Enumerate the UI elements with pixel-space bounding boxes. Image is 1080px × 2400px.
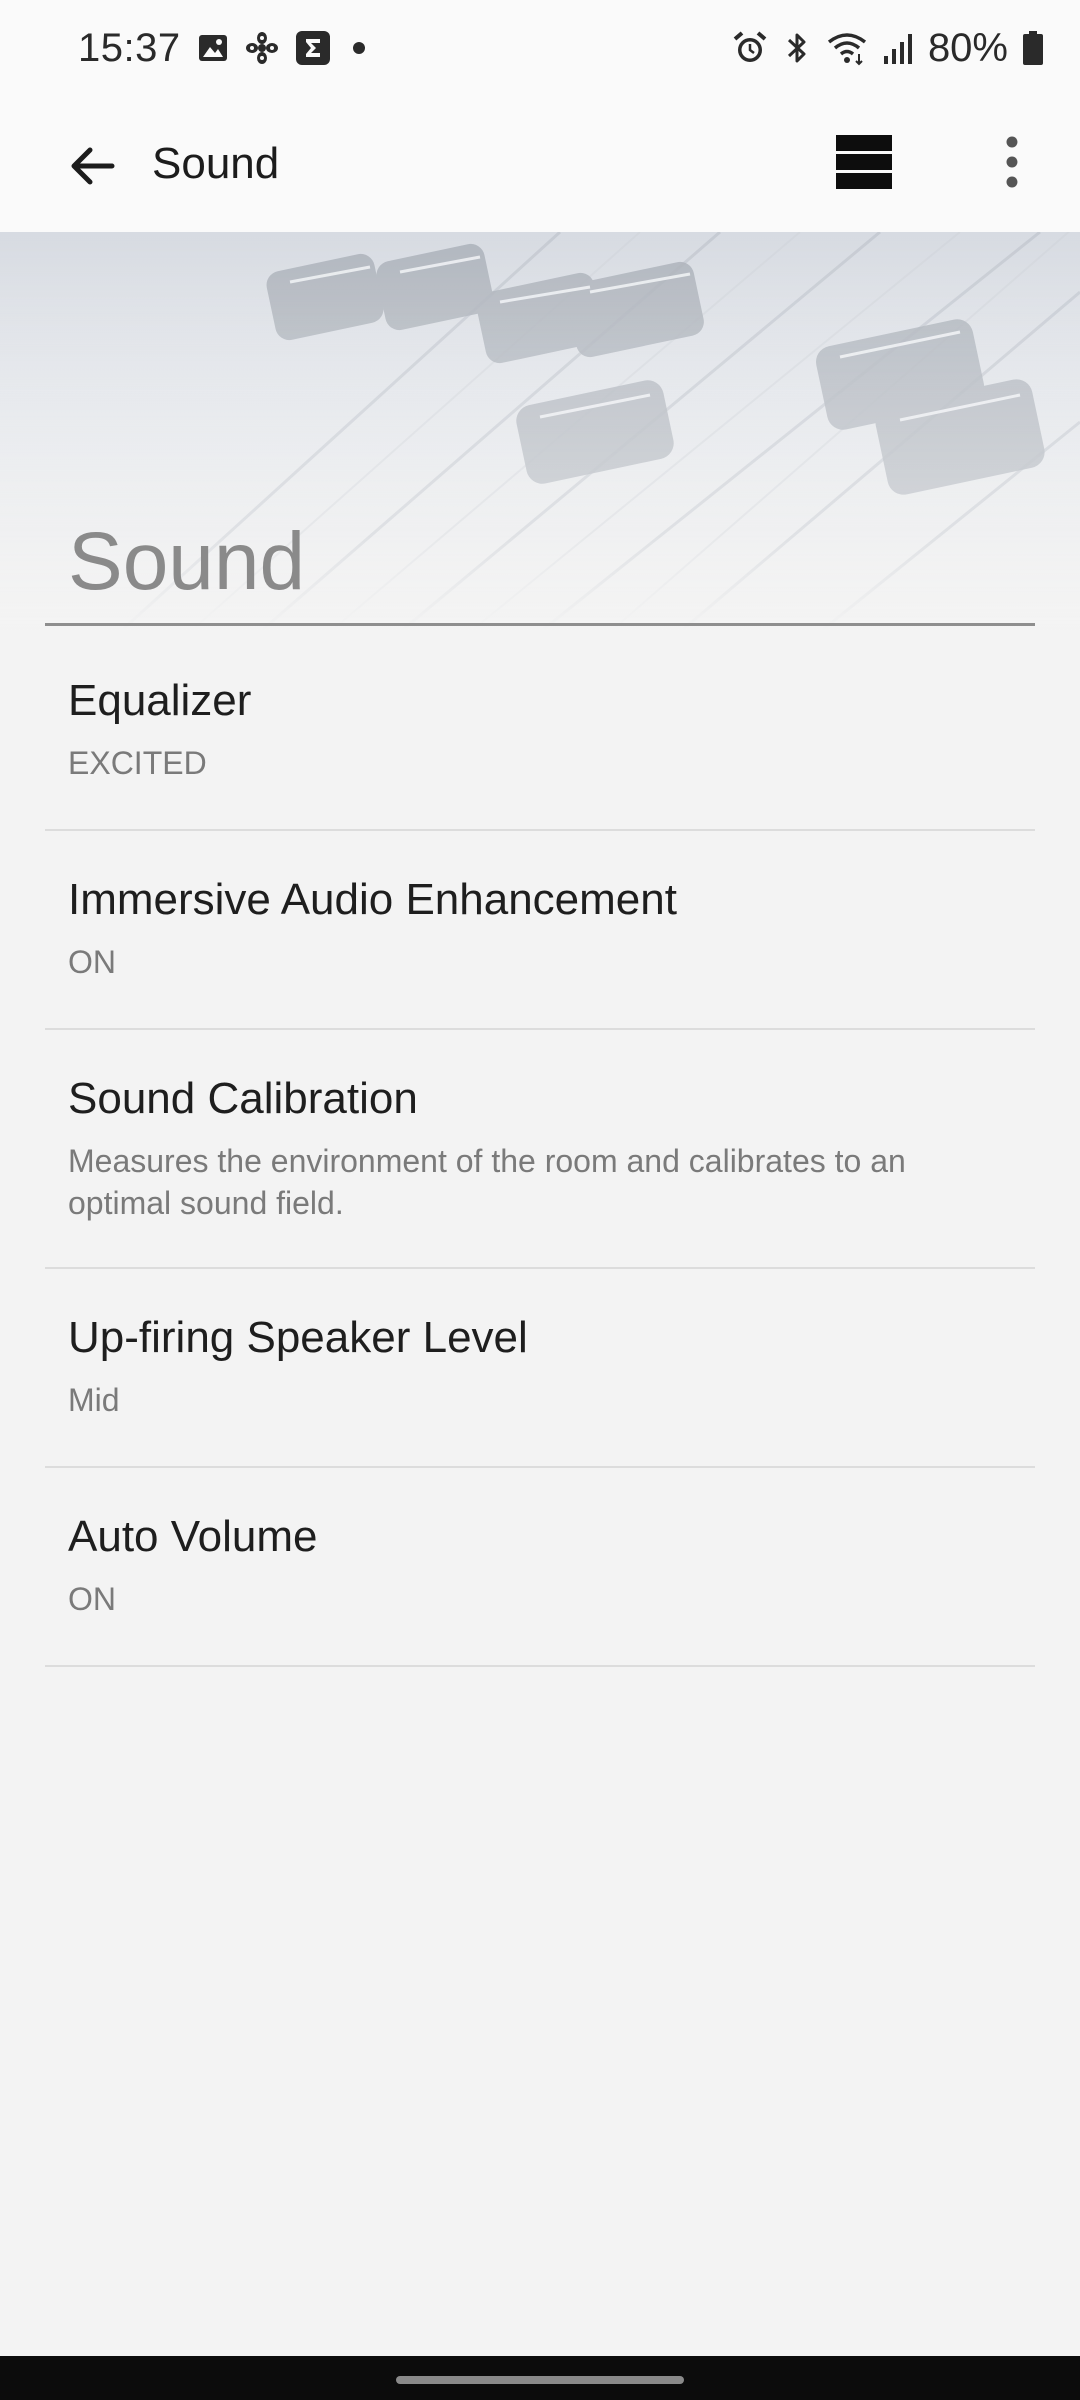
battery-icon: [1022, 30, 1044, 66]
sigma-icon: [295, 30, 331, 66]
item-title: Up-firing Speaker Level: [68, 1313, 528, 1362]
item-summary: ON: [68, 1581, 116, 1617]
header-title: Sound: [68, 516, 306, 607]
dot-icon: [347, 36, 371, 60]
more-options-button[interactable]: [982, 124, 1042, 204]
app-bar-title: Sound: [152, 139, 280, 188]
settings-item-auto-volume[interactable]: Auto Volume ON: [45, 1468, 1035, 1667]
alarm-icon: [732, 30, 768, 66]
status-left: 15:37: [78, 22, 371, 74]
gallery-icon: [197, 32, 229, 64]
status-time: 15:37: [78, 25, 181, 70]
item-title: Auto Volume: [68, 1512, 318, 1561]
app-bar: Sound: [0, 96, 1080, 232]
home-handle[interactable]: [396, 2376, 684, 2384]
bluetooth-icon: [782, 30, 812, 66]
view-list-icon: [835, 134, 893, 195]
item-summary: Mid: [68, 1382, 120, 1418]
item-summary: ON: [68, 944, 116, 980]
settings-list: Equalizer EXCITED Immersive Audio Enhanc…: [45, 632, 1035, 1667]
item-title: Equalizer: [68, 676, 252, 725]
arrow-back-icon: [66, 140, 118, 197]
signal-icon: [882, 30, 914, 66]
view-toggle-button[interactable]: [832, 124, 896, 204]
item-summary: Measures the environment of the room and…: [68, 1143, 906, 1221]
settings-item-immersive-audio[interactable]: Immersive Audio Enhancement ON: [45, 831, 1035, 1030]
header-divider: [45, 623, 1035, 626]
status-right: 80%: [732, 22, 1044, 74]
battery-percent: 80%: [927, 25, 1008, 70]
wifi-icon: [826, 30, 868, 66]
pinwheel-icon: [245, 31, 279, 65]
settings-item-equalizer[interactable]: Equalizer EXCITED: [45, 632, 1035, 831]
settings-item-sound-calibration[interactable]: Sound Calibration Measures the environme…: [45, 1030, 1035, 1269]
status-bar: 15:37 80%: [0, 0, 1080, 96]
more-vert-icon: [1005, 136, 1019, 193]
back-button[interactable]: [54, 130, 130, 206]
item-title: Sound Calibration: [68, 1074, 418, 1123]
item-title: Immersive Audio Enhancement: [68, 875, 677, 924]
item-summary: EXCITED: [68, 745, 207, 781]
header-banner: Sound: [0, 232, 1080, 632]
settings-item-upfiring-speaker-level[interactable]: Up-firing Speaker Level Mid: [45, 1269, 1035, 1468]
navigation-bar: [0, 2356, 1080, 2400]
